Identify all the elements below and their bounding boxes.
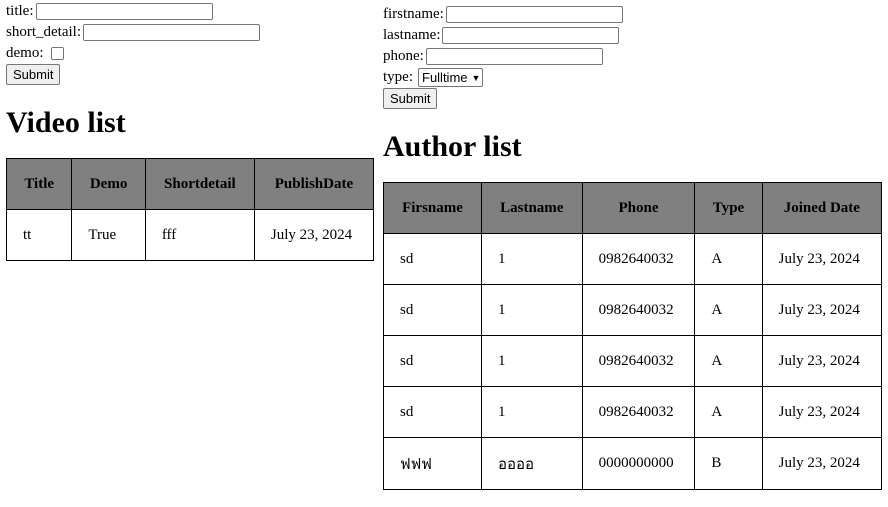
author-cell-firstname: sd (383, 386, 482, 438)
video-table: Title Demo Shortdetail PublishDate tt Tr… (5, 158, 375, 261)
author-cell-phone: 0982640032 (581, 233, 696, 285)
author-col-lastname: Lastname (480, 182, 583, 234)
author-cell-firstname: sd (383, 233, 482, 285)
author-cell-lastname: 1 (480, 284, 583, 336)
author-cell-phone: 0000000000 (581, 437, 696, 490)
video-title-label: title: (6, 3, 34, 19)
video-col-publishdate: PublishDate (253, 158, 375, 210)
author-cell-firstname: ฟฟฟ (383, 437, 482, 490)
video-col-shortdetail: Shortdetail (144, 158, 255, 210)
video-short-detail-label: short_detail: (6, 24, 81, 40)
author-firstname-row: firstname: (383, 4, 883, 25)
author-cell-phone: 0982640032 (581, 335, 696, 387)
author-cell-lastname: 1 (480, 386, 583, 438)
video-demo-row: demo: (6, 43, 376, 64)
video-list-heading: Video list (6, 106, 126, 139)
author-cell-joined-date: July 23, 2024 (761, 284, 883, 336)
author-phone-label: phone: (383, 48, 424, 64)
author-phone-input[interactable] (425, 48, 603, 65)
author-list-heading: Author list (383, 130, 522, 163)
author-lastname-row: lastname: (383, 25, 883, 46)
author-lastname-label: lastname: (383, 27, 441, 43)
video-demo-label: demo: (6, 45, 44, 61)
video-cell-shortdetail: fff (144, 209, 255, 261)
author-cell-type: A (694, 386, 763, 438)
video-submit-button[interactable]: Submit (6, 64, 61, 85)
author-lastname-input[interactable] (442, 27, 620, 44)
video-cell-publishdate: July 23, 2024 (253, 209, 375, 261)
author-type-row: type: Fulltime ▼ (383, 67, 883, 88)
author-table-header-row: Firsname Lastname Phone Type Joined Date (383, 182, 883, 234)
table-row: tt True fff July 23, 2024 (5, 209, 375, 261)
author-cell-type: B (694, 437, 763, 490)
chevron-down-icon: ▼ (471, 72, 481, 83)
author-col-type: Type (694, 182, 763, 234)
author-type-selected: Fulltime (422, 70, 468, 85)
video-section: title: short_detail: demo: Submit Video … (5, 0, 376, 261)
author-section: firstname: lastname: phone: type: Fullti… (383, 0, 883, 490)
author-phone-row: phone: (383, 46, 883, 67)
author-col-firstname: Firsname (383, 182, 482, 234)
video-table-header-row: Title Demo Shortdetail PublishDate (5, 158, 375, 210)
author-cell-lastname: 1 (480, 233, 583, 285)
author-cell-lastname: 1 (480, 335, 583, 387)
author-cell-type: A (694, 335, 763, 387)
table-row: sd 1 0982640032 A July 23, 2024 (383, 386, 883, 438)
author-cell-firstname: sd (383, 335, 482, 387)
table-row: sd 1 0982640032 A July 23, 2024 (383, 233, 883, 285)
video-col-title: Title (5, 158, 73, 210)
author-cell-joined-date: July 23, 2024 (761, 437, 883, 490)
author-cell-type: A (694, 233, 763, 285)
author-cell-joined-date: July 23, 2024 (761, 335, 883, 387)
author-table: Firsname Lastname Phone Type Joined Date… (383, 182, 883, 490)
video-title-row: title: (6, 1, 376, 22)
author-cell-firstname: sd (383, 284, 482, 336)
author-firstname-label: firstname: (383, 6, 444, 22)
video-short-detail-row: short_detail: (6, 22, 376, 43)
author-type-label: type: (383, 69, 413, 85)
video-cell-demo: True (71, 209, 146, 261)
author-submit-button[interactable]: Submit (383, 88, 438, 109)
author-cell-phone: 0982640032 (581, 284, 696, 336)
table-row: ฟฟฟ ออออ 0000000000 B July 23, 2024 (383, 437, 883, 490)
author-cell-lastname: ออออ (480, 437, 583, 490)
video-title-input[interactable] (35, 3, 213, 20)
author-cell-type: A (694, 284, 763, 336)
author-cell-phone: 0982640032 (581, 386, 696, 438)
video-col-demo: Demo (71, 158, 146, 210)
author-cell-joined-date: July 23, 2024 (761, 386, 883, 438)
video-short-detail-input[interactable] (83, 24, 260, 41)
table-row: sd 1 0982640032 A July 23, 2024 (383, 284, 883, 336)
author-col-joined-date: Joined Date (761, 182, 883, 234)
author-type-select[interactable]: Fulltime ▼ (418, 68, 484, 87)
author-col-phone: Phone (581, 182, 696, 234)
author-firstname-input[interactable] (445, 6, 623, 23)
video-demo-checkbox[interactable] (50, 47, 64, 60)
video-cell-title: tt (5, 209, 73, 261)
table-row: sd 1 0982640032 A July 23, 2024 (383, 335, 883, 387)
author-cell-joined-date: July 23, 2024 (761, 233, 883, 285)
